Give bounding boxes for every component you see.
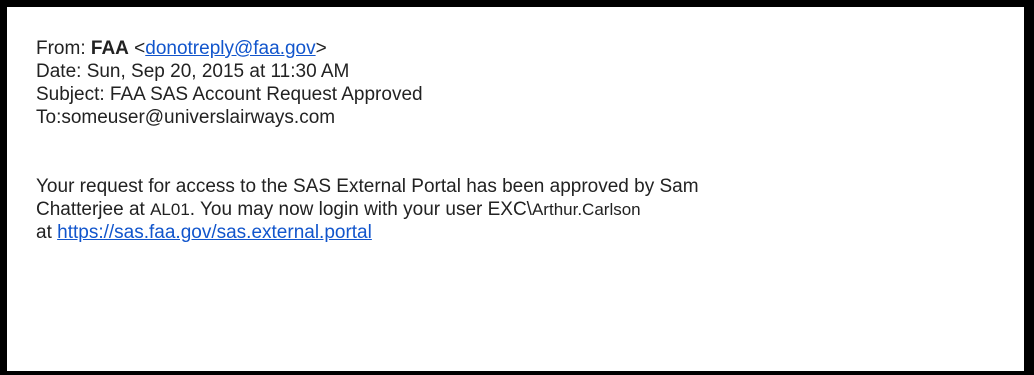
subject-line: Subject: FAA SAS Account Request Approve… <box>36 84 423 105</box>
body-line-1: Your request for access to the SAS Exter… <box>36 176 699 197</box>
from-line: From: FAA <donotreply@faa.gov> <box>36 37 699 60</box>
date-line: Date: Sun, Sep 20, 2015 at 11:30 AM <box>36 61 350 82</box>
to-line: To:someuser@universlairways.com <box>36 107 336 128</box>
username: Arthur.Carlson <box>531 200 641 219</box>
from-label: From: <box>36 38 91 59</box>
sender-email-link[interactable]: donotreply@faa.gov <box>145 38 315 59</box>
sender-address-open: < <box>128 38 146 59</box>
sender-address-close: > <box>315 38 327 59</box>
body-line-2: Chatterjee at AL01. You may now login wi… <box>36 198 699 221</box>
email-frame: From: FAA <donotreply@faa.gov> Date: Sun… <box>0 0 1034 375</box>
body-line-2-text-a: Chatterjee at <box>36 199 151 220</box>
portal-link[interactable]: https://sas.faa.gov/sas.external.portal <box>57 222 372 243</box>
body-line-3: at https://sas.faa.gov/sas.external.port… <box>36 221 699 244</box>
location-code: AL01 <box>150 200 190 219</box>
body-line-2-text-b: . You may now login with your user EXC\ <box>189 199 532 220</box>
sender-name: FAA <box>90 38 129 59</box>
email-content: From: FAA <donotreply@faa.gov> Date: Sun… <box>36 37 699 244</box>
body-line-3-text: at <box>36 222 58 243</box>
